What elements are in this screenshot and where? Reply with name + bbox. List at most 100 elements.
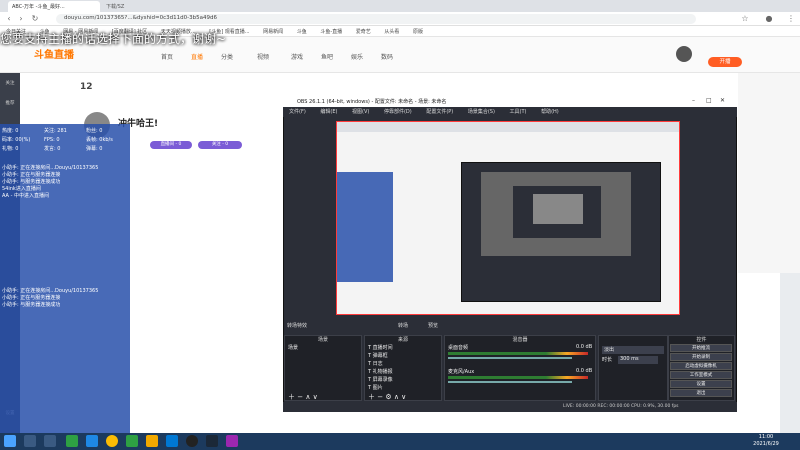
source-item[interactable]: T 日志 (368, 360, 383, 367)
site-logo[interactable]: 斗鱼直播 (34, 46, 74, 61)
studio-mode-button[interactable]: 工作室模式 (670, 371, 732, 379)
volume-meter (448, 352, 588, 355)
sidebar-item[interactable]: 推荐 (2, 100, 18, 106)
bookmark[interactable]: 网易新闻 (263, 28, 283, 35)
start-live-button[interactable]: 开播 (708, 57, 742, 67)
scene-item[interactable]: 场景 (288, 344, 298, 351)
menu-item[interactable]: 停靠部件(D) (384, 109, 412, 115)
reload-icon[interactable]: ↻ (30, 14, 40, 24)
minimize-icon[interactable]: – (692, 97, 695, 104)
add-source-button[interactable]: ＋ − ⚙ ∧ ∨ (368, 392, 406, 402)
source-item[interactable]: T 图片 (368, 384, 383, 391)
forward-icon[interactable]: › (16, 14, 26, 24)
menu-item[interactable]: 场景集合(S) (468, 109, 495, 115)
sidebar-item[interactable]: 关注 (2, 80, 18, 86)
stat: 礼物: 0 (2, 146, 19, 152)
app-icon[interactable] (166, 435, 178, 447)
bookmark[interactable]: 斗鱼-直播 (320, 28, 342, 35)
stat: 热度: 0 (2, 128, 19, 134)
close-icon[interactable]: ✕ (720, 97, 725, 104)
stat-row: 热度: 0 关注: 281 粉丝: 0 (0, 124, 130, 134)
steam-icon[interactable] (206, 435, 218, 447)
profile-icon[interactable]: ● (764, 14, 774, 24)
task-view-icon[interactable] (44, 435, 56, 447)
app-icon[interactable] (126, 435, 138, 447)
add-scene-button[interactable]: ＋ − ∧ ∨ (288, 392, 318, 402)
source-item[interactable]: T 弹幕框 (368, 352, 388, 359)
scene-transitions-label: 转场特效 (287, 323, 308, 329)
menu-item[interactable]: 编辑(E) (320, 109, 337, 115)
room-level: 12 (80, 82, 93, 92)
stat: FPS: 0 (44, 137, 60, 143)
stat-row: 礼物: 0 发言: 0 弹幕: 0 (0, 143, 130, 152)
nav-item[interactable]: 游戏 (282, 52, 312, 61)
obs-titlebar: OBS 26.1.1 (64-bit, windows) - 配置文件: 未命名… (283, 96, 737, 107)
bookmark[interactable]: 从头看 (384, 28, 399, 35)
obs-preview[interactable] (336, 121, 680, 315)
bookmark[interactable]: 原版 (413, 28, 423, 35)
source-label: 礼物播报 (372, 369, 393, 375)
bookmark[interactable]: 斗鱼 (297, 28, 307, 35)
menu-item[interactable]: 工具(T) (510, 109, 527, 115)
source-label: 屏幕录像 (372, 377, 393, 383)
obs-statusbar: LIVE: 00:00:00 REC: 00:00:00 CPU: 0.9%, … (283, 402, 737, 412)
transition-select[interactable]: 淡出 (602, 346, 664, 354)
source-label: 直播时间 (372, 345, 393, 351)
source-label: 日志 (372, 361, 383, 367)
volume-slider[interactable] (448, 357, 572, 359)
nav-item[interactable]: 首页 (152, 52, 182, 61)
browser-tab[interactable]: 下载/SZ (102, 1, 172, 12)
time: 11:00 (758, 434, 774, 440)
back-icon[interactable]: ‹ (4, 14, 14, 24)
room-tag[interactable]: 关注 - 0 (198, 141, 242, 149)
mixer-channel-label: 麦克风/Aux (448, 369, 475, 375)
extension-icon[interactable]: ☆ (740, 14, 750, 24)
nav-item[interactable]: 鱼吧 (312, 52, 342, 61)
clock[interactable]: 11:00 2021/6/29 (736, 434, 796, 448)
browser-tab-active[interactable]: ABC-万年 -斗鱼_最好... (8, 1, 100, 12)
start-icon[interactable] (4, 435, 16, 447)
search-icon[interactable] (24, 435, 36, 447)
source-item[interactable]: T 直播时间 (368, 344, 393, 351)
transitions-dock (598, 335, 668, 401)
source-item[interactable]: T 礼物播报 (368, 368, 393, 375)
folder-icon[interactable] (146, 435, 158, 447)
mixer-db: 0.0 dB (576, 344, 593, 350)
log-line: 小助手: 正在与服务器连接 (2, 295, 61, 301)
nav-item[interactable]: 直播 (182, 52, 212, 61)
nav-item[interactable]: 数码 (372, 52, 402, 61)
room-tag[interactable]: 直播间 - 0 (150, 141, 192, 149)
nav-item[interactable]: 视频 (248, 52, 278, 61)
address-bar[interactable]: douyu.com/10137365?...&dyshid=0c3d11d0-3… (56, 14, 696, 24)
source-item[interactable]: T 屏幕录像 (368, 376, 393, 383)
app-icon[interactable] (66, 435, 78, 447)
avatar[interactable] (676, 46, 692, 62)
chrome-icon[interactable] (106, 435, 118, 447)
nav-item[interactable]: 分类 (212, 52, 242, 61)
transition-label: 转场 (398, 323, 409, 329)
stat: 弹幕: 0 (86, 146, 103, 152)
duration-input[interactable]: 300 ms (618, 356, 658, 364)
scenes-title: 场景 (317, 337, 328, 343)
menu-item[interactable]: 帮助(H) (541, 109, 559, 115)
virtual-camera-button[interactable]: 启动虚拟摄像机 (670, 362, 732, 370)
date: 2021/6/29 (753, 441, 779, 447)
volume-slider[interactable] (448, 381, 572, 383)
maximize-icon[interactable]: □ (706, 97, 712, 104)
app-icon[interactable] (226, 435, 238, 447)
menu-item[interactable]: 视图(V) (352, 109, 369, 115)
menu-item[interactable]: 配置文件(P) (426, 109, 453, 115)
nav-item[interactable]: 娱乐 (342, 52, 372, 61)
mixer-channel-label: 桌面音频 (448, 345, 469, 351)
exit-button[interactable]: 退出 (670, 389, 732, 397)
start-streaming-button[interactable]: 开始推流 (670, 344, 732, 352)
log-line: AA - 中中进入直播间 (2, 193, 49, 199)
bookmark[interactable]: 爱奇艺 (356, 28, 371, 35)
mixer-db: 0.0 dB (576, 368, 593, 374)
settings-button[interactable]: 设置 (670, 380, 732, 388)
obs-icon[interactable] (186, 435, 198, 447)
menu-item[interactable]: 文件(F) (289, 109, 306, 115)
menu-icon[interactable]: ⋮ (786, 14, 796, 24)
app-icon[interactable] (86, 435, 98, 447)
start-recording-button[interactable]: 开始录制 (670, 353, 732, 361)
